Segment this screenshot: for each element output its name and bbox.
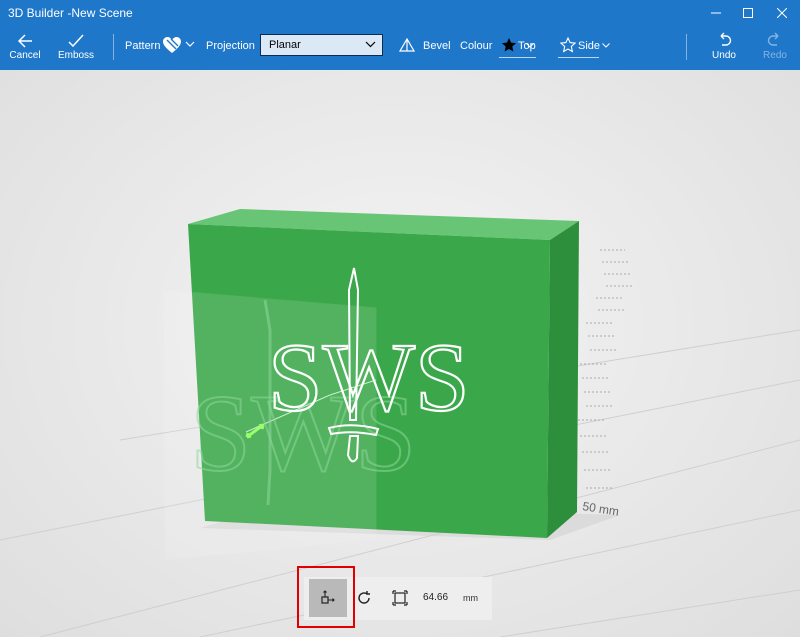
toolbar-divider [686,34,687,60]
redo-label: Redo [763,50,787,61]
close-icon [777,8,787,18]
side-label: Side [578,40,601,52]
emboss-pattern-text: SWS [268,324,470,432]
chevron-down-icon [602,43,610,48]
box-side-face [547,221,579,538]
scene-viewport[interactable]: SWS SWS 50 mm [0,70,800,637]
pattern-icon [163,37,181,53]
redo-icon [767,32,779,46]
rotate-icon [358,591,370,604]
side-colour-underline [558,57,599,58]
title-bar: 3D Builder -New Scene [0,0,800,26]
bevel-button[interactable]: Bevel [396,26,452,70]
scale-icon [392,590,408,606]
dimension-value[interactable]: 64.66 [423,592,448,603]
star-outline-icon [560,37,576,53]
close-button[interactable] [766,0,798,26]
minimize-icon [711,12,721,14]
undo-label: Undo [712,50,736,61]
maximize-icon [743,8,753,18]
back-arrow-icon [17,34,32,48]
side-colour-dropdown[interactable]: Side [558,26,614,70]
projection-select[interactable]: Planar [260,34,383,56]
top-colour-dropdown[interactable]: Top [499,26,537,70]
minimize-button[interactable] [700,0,732,26]
projection-value: Planar [269,39,301,51]
rotate-button[interactable] [352,584,376,612]
toolbar: Cancel Emboss Pattern Projection Planar … [0,26,800,70]
ruler-ticks [578,249,632,489]
projection-label: Projection [206,40,255,52]
cancel-label: Cancel [9,50,41,61]
window-title: 3D Builder -New Scene [8,6,133,20]
chevron-down-icon [185,41,195,47]
toolbar-divider [113,34,114,60]
star-filled-icon [501,38,517,52]
emboss-button[interactable]: Emboss [58,32,94,61]
pattern-label: Pattern [125,40,161,52]
redo-button[interactable]: Redo [758,32,792,61]
bevel-icon [399,38,415,52]
undo-button[interactable]: Undo [706,32,742,61]
maximize-button[interactable] [732,0,764,26]
bevel-label: Bevel [423,40,451,52]
chevron-down-icon [365,41,376,48]
cancel-button[interactable]: Cancel [8,32,42,61]
undo-icon [720,32,732,46]
pattern-dropdown[interactable]: Pattern [120,26,198,70]
chevron-down-icon [526,43,534,48]
highlight-box [297,566,355,628]
scene-canvas: SWS SWS 50 mm [0,209,800,637]
scale-button[interactable] [388,584,412,612]
colour-label: Colour [460,40,493,52]
checkmark-icon [68,34,84,48]
emboss-label: Emboss [57,50,95,61]
dimension-unit: mm [463,593,478,603]
top-colour-underline [499,57,536,58]
